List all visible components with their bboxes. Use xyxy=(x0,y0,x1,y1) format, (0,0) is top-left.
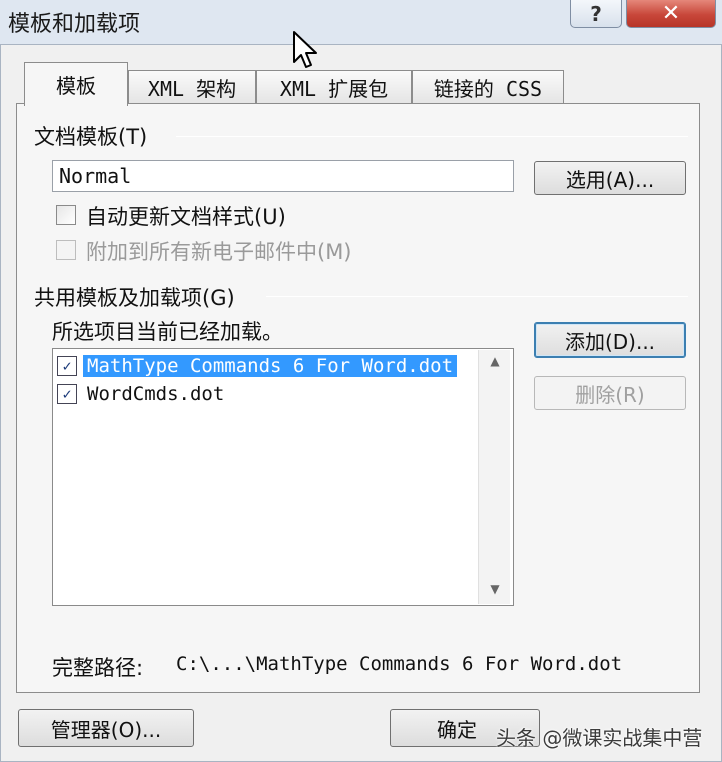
checkmark-icon[interactable]: ✓ xyxy=(57,384,77,404)
list-item[interactable]: ✓ WordCmds.dot xyxy=(57,381,535,407)
tab-linked-css[interactable]: 链接的 CSS xyxy=(412,70,564,104)
mouse-cursor-icon xyxy=(293,31,317,68)
checkmark-icon[interactable]: ✓ xyxy=(57,356,77,376)
scroll-down-icon[interactable]: ▼ xyxy=(479,578,511,600)
scroll-up-icon[interactable]: ▲ xyxy=(479,350,511,372)
addins-listbox[interactable]: ✓ MathType Commands 6 For Word.dot ✓ Wor… xyxy=(52,348,514,606)
tab-xml-schema[interactable]: XML 架构 xyxy=(128,70,256,104)
auto-update-checkbox[interactable] xyxy=(56,205,76,225)
template-path-input[interactable]: Normal xyxy=(52,160,514,192)
list-item-label: WordCmds.dot xyxy=(87,383,225,405)
watermark: 头条 @微课实战集中营 xyxy=(496,726,703,750)
list-item[interactable]: ✓ MathType Commands 6 For Word.dot xyxy=(57,353,535,379)
remove-button[interactable]: 删除(R) xyxy=(534,376,686,410)
document-template-label: 文档模板(T) xyxy=(34,125,148,149)
close-button[interactable]: ✕ xyxy=(626,0,716,28)
listbox-scrollbar[interactable]: ▲ ▼ xyxy=(478,350,510,604)
group-divider xyxy=(176,136,688,137)
window-title: 模板和加载项 xyxy=(8,12,141,37)
add-button[interactable]: 添加(D)... xyxy=(534,322,686,358)
full-path-value: C:\...\MathType Commands 6 For Word.dot xyxy=(176,653,623,675)
loaded-items-note: 所选项目当前已经加载。 xyxy=(52,320,283,344)
full-path-label: 完整路径: xyxy=(52,656,144,680)
auto-update-label: 自动更新文档样式(U) xyxy=(86,205,286,229)
attach-email-label: 附加到所有新电子邮件中(M) xyxy=(86,240,352,264)
tab-xml-expansion-packs[interactable]: XML 扩展包 xyxy=(256,70,412,104)
organizer-button[interactable]: 管理器(O)... xyxy=(18,709,194,747)
group-divider xyxy=(266,296,688,297)
help-button[interactable]: ? xyxy=(570,0,622,28)
global-templates-label: 共用模板及加载项(G) xyxy=(34,286,235,310)
attach-email-checkbox[interactable] xyxy=(56,240,76,260)
list-item-label: MathType Commands 6 For Word.dot xyxy=(83,355,458,377)
tab-templates[interactable]: 模板 xyxy=(24,62,128,106)
select-template-button[interactable]: 选用(A)... xyxy=(534,161,686,195)
